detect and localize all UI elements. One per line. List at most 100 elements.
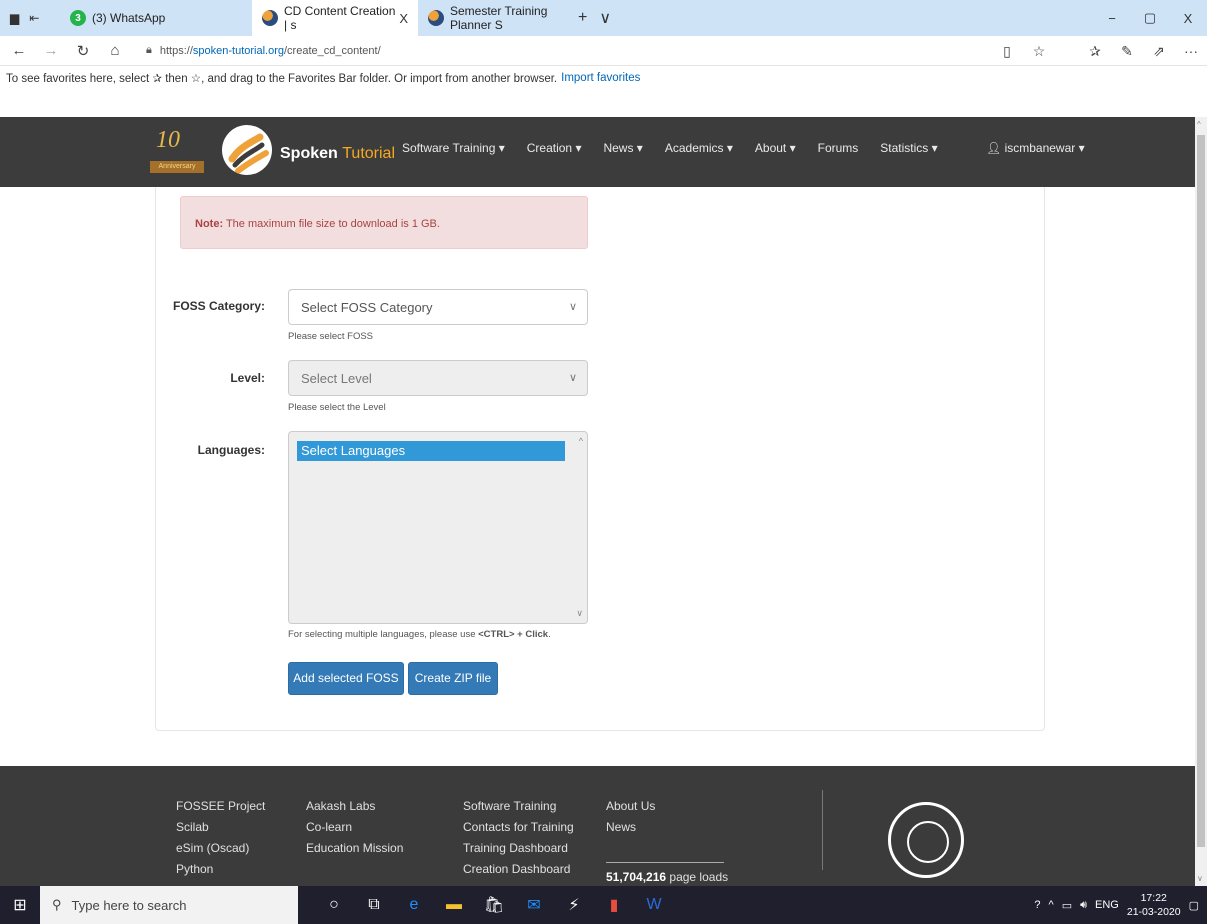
window-controls: − ▢ X: [1093, 0, 1207, 36]
cortana-icon[interactable]: ○: [314, 896, 354, 914]
url-text: https://spoken-tutorial.org/create_cd_co…: [159, 44, 381, 57]
notifications-icon[interactable]: ▢: [1189, 899, 1199, 912]
footer-link[interactable]: Python: [176, 859, 265, 880]
chevron-down-icon: ∨: [568, 301, 577, 313]
tab-label: Semester Training Planner S: [450, 4, 548, 32]
windows-start-icon[interactable]: ⊞: [0, 895, 40, 915]
tab-label: (3) WhatsApp: [92, 11, 166, 25]
help-icon[interactable]: ?: [1034, 899, 1040, 911]
scroll-up-icon[interactable]: ^: [579, 436, 583, 446]
show-hidden-icons[interactable]: ^: [1049, 899, 1054, 911]
footer-link[interactable]: Scilab: [176, 817, 265, 838]
file-explorer-icon[interactable]: ▬: [434, 896, 474, 914]
scroll-down-icon[interactable]: ∨: [1197, 874, 1203, 883]
pen-icon[interactable]: ✎: [1111, 43, 1143, 60]
footer-col-about: About Us News: [606, 796, 655, 838]
taskbar-search[interactable]: ⚲ Type here to search: [40, 886, 298, 924]
tab-preview-icon[interactable]: ▆: [10, 11, 19, 25]
footer-col-aakash: Aakash Labs Co-learn Education Mission: [306, 796, 403, 859]
footer-link[interactable]: Aakash Labs: [306, 796, 403, 817]
system-tray: ? ^ ▭ 🔊︎ ENG 17:22 21-03-2020 ▢: [1034, 886, 1199, 924]
minimize-button[interactable]: −: [1093, 11, 1131, 26]
footer-link[interactable]: Software Training: [463, 796, 574, 817]
menu-news[interactable]: News ▾: [603, 141, 652, 155]
close-tab-icon[interactable]: X: [399, 11, 408, 26]
brand-name[interactable]: Spoken Tutorial: [280, 145, 395, 163]
favorite-star-icon[interactable]: ☆: [1023, 43, 1055, 60]
footer-link[interactable]: About Us: [606, 796, 655, 817]
task-view-icon[interactable]: ⧉: [354, 896, 394, 914]
menu-academics[interactable]: Academics ▾: [665, 141, 743, 155]
footer-link[interactable]: Education Mission: [306, 838, 403, 859]
share-icon[interactable]: ⇗: [1143, 43, 1175, 60]
close-window-button[interactable]: X: [1169, 11, 1207, 26]
network-icon[interactable]: ▭: [1062, 899, 1072, 912]
menu-software-training[interactable]: Software Training ▾: [402, 141, 515, 155]
iit-bombay-emblem-icon: [888, 802, 964, 878]
favorites-hub-icon[interactable]: ✰: [1079, 43, 1111, 60]
import-favorites-link[interactable]: Import favorites: [561, 72, 640, 84]
clock[interactable]: 17:22 21-03-2020: [1127, 891, 1181, 919]
site-footer: FOSSEE Project Scilab eSim (Oscad) Pytho…: [0, 766, 1195, 886]
anniversary-logo: 10 Anniversary: [150, 125, 210, 179]
menu-forums[interactable]: Forums: [818, 141, 869, 155]
main-menu: Software Training ▾ Creation ▾ News ▾ Ac…: [402, 141, 960, 155]
level-help-text: Please select the Level: [288, 402, 386, 413]
level-label: Level:: [230, 371, 265, 385]
back-arrow-icon[interactable]: ←: [6, 42, 32, 59]
forward-arrow-icon[interactable]: →: [38, 42, 64, 59]
store-icon[interactable]: 🛍︎: [474, 895, 514, 915]
footer-link[interactable]: FOSSEE Project: [176, 796, 265, 817]
mail-icon[interactable]: ✉: [514, 895, 554, 915]
footer-link[interactable]: eSim (Oscad): [176, 838, 265, 859]
tab-label: CD Content Creation | s: [284, 4, 396, 32]
menu-about[interactable]: About ▾: [755, 141, 806, 155]
spoken-tutorial-favicon: [428, 10, 444, 26]
menu-creation[interactable]: Creation ▾: [527, 141, 592, 155]
languages-option[interactable]: Select Languages: [297, 441, 565, 461]
lock-icon: 🔒︎: [146, 44, 152, 56]
more-menu-icon[interactable]: ···: [1175, 43, 1207, 59]
languages-help-text: For selecting multiple languages, please…: [288, 629, 551, 640]
footer-divider: [822, 790, 823, 870]
office-icon[interactable]: ▮: [594, 895, 634, 915]
tab-controls: + ∨: [568, 0, 611, 36]
tab-whatsapp[interactable]: 3 (3) WhatsApp: [60, 0, 208, 36]
footer-link[interactable]: Creation Dashboard: [463, 859, 574, 880]
word-icon[interactable]: W: [634, 896, 674, 914]
language-indicator[interactable]: ENG: [1095, 899, 1119, 911]
scroll-down-icon[interactable]: ∨: [576, 608, 583, 619]
scrollbar-thumb[interactable]: [1197, 135, 1205, 847]
tab-semester-training-planner[interactable]: Semester Training Planner S: [418, 0, 568, 36]
footer-link[interactable]: Co-learn: [306, 817, 403, 838]
foss-category-select[interactable]: Select FOSS Category ∨: [288, 289, 588, 325]
home-icon[interactable]: ⌂: [102, 42, 128, 59]
add-selected-foss-button[interactable]: Add selected FOSS: [288, 662, 404, 695]
page-scrollbar[interactable]: ^ ∨: [1195, 117, 1207, 886]
maximize-button[interactable]: ▢: [1131, 10, 1169, 26]
create-zip-button[interactable]: Create ZIP file: [408, 662, 498, 695]
footer-link[interactable]: Contacts for Training: [463, 817, 574, 838]
menu-statistics[interactable]: Statistics ▾: [880, 141, 947, 155]
tab-cd-content-creation[interactable]: CD Content Creation | s X: [252, 0, 418, 36]
refresh-icon[interactable]: ↻: [70, 42, 96, 60]
set-aside-tabs-icon[interactable]: ⇤: [29, 11, 39, 25]
footer-col-training: Software Training Contacts for Training …: [463, 796, 574, 880]
user-menu[interactable]: 👤︎ iscmbanewar ▾: [986, 141, 1085, 155]
app-icon[interactable]: ⚡︎: [554, 895, 594, 915]
footer-link[interactable]: Training Dashboard: [463, 838, 574, 859]
url-field[interactable]: 🔒︎ https://spoken-tutorial.org/create_cd…: [146, 44, 996, 57]
volume-icon[interactable]: 🔊︎: [1080, 899, 1087, 912]
tab-list-chevron-icon[interactable]: ∨: [599, 8, 611, 28]
scroll-up-icon[interactable]: ^: [1197, 120, 1201, 129]
edge-icon[interactable]: e: [394, 896, 434, 914]
user-icon: 👤︎: [986, 141, 1002, 155]
spoken-tutorial-logo-icon: [228, 133, 269, 174]
footer-link[interactable]: News: [606, 817, 655, 838]
chevron-down-icon: ∨: [568, 372, 577, 384]
spoken-tutorial-logo[interactable]: [222, 125, 272, 175]
reading-view-icon[interactable]: ▯: [991, 43, 1023, 60]
level-select[interactable]: Select Level ∨: [288, 360, 588, 396]
languages-listbox[interactable]: Select Languages ^ ∨: [288, 431, 588, 624]
new-tab-button[interactable]: +: [578, 9, 587, 27]
